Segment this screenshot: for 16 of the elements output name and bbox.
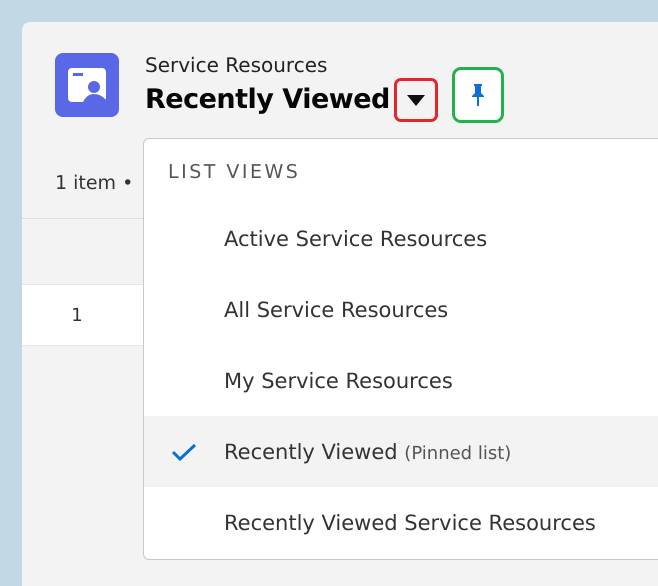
list-view-dropdown-button[interactable] xyxy=(394,78,438,122)
caret-icon xyxy=(406,94,425,106)
list-view-item[interactable]: Recently Viewed Service Resources xyxy=(144,487,658,558)
list-title: Recently Viewed xyxy=(145,83,390,117)
list-view-item[interactable]: Recently Viewed (Pinned list) xyxy=(144,416,658,487)
pin-button[interactable] xyxy=(452,67,504,123)
object-name: Service Resources xyxy=(145,53,328,77)
list-view-item[interactable]: Active Service Resources xyxy=(144,203,658,274)
list-view-item[interactable]: My Service Resources xyxy=(144,345,658,416)
checkmark-icon xyxy=(171,442,197,462)
row-number: 1 xyxy=(70,304,84,326)
item-count: 1 item • xyxy=(55,172,134,194)
service-resource-icon xyxy=(55,53,119,117)
list-view-item[interactable]: All Service Resources xyxy=(144,274,658,345)
pin-icon xyxy=(470,84,485,106)
menu-heading: LIST VIEWS xyxy=(167,160,302,185)
